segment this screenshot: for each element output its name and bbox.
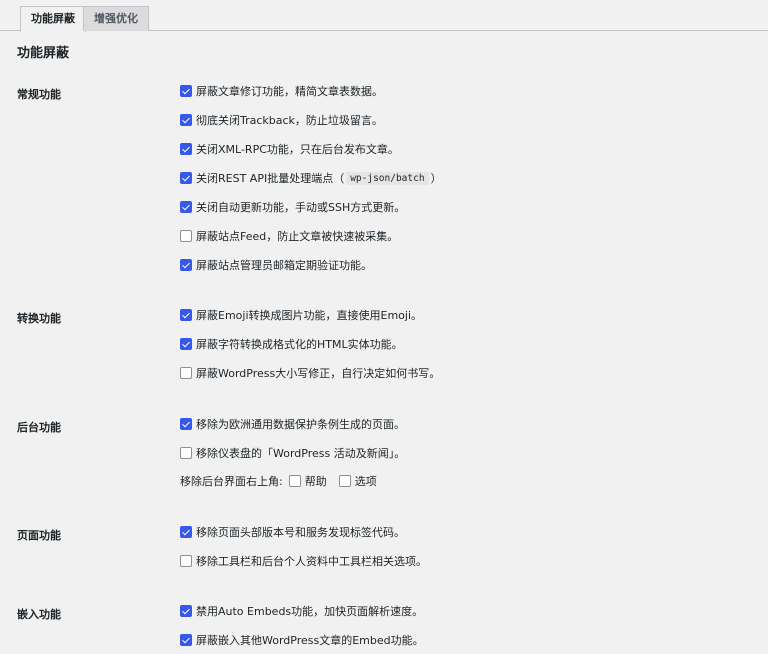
option-label: 关闭XML-RPC功能，只在后台发布文章。 [196,143,399,156]
option-label: 移除页面头部版本号和服务发现标签代码。 [196,526,405,539]
option-remove-corner-tabs: 移除后台界面右上角: 帮助 选项 [180,474,389,488]
option-label: 屏蔽站点管理员邮箱定期验证功能。 [196,259,372,272]
option-label-suffix: ） [430,172,442,185]
tab-feature-blocking[interactable]: 功能屏蔽 [20,6,86,32]
option-label: 屏蔽Emoji转换成图片功能，直接使用Emoji。 [196,309,423,322]
checkbox[interactable] [180,526,192,538]
checkbox[interactable] [180,230,192,242]
checkbox[interactable] [180,85,192,97]
tab-enhancement[interactable]: 增强优化 [83,6,149,31]
option-label: 屏蔽字符转换成格式化的HTML实体功能。 [196,338,403,351]
option-label: 关闭REST API批量处理端点（ [196,172,345,185]
option-remove-toolbar[interactable]: 移除工具栏和后台个人资料中工具栏相关选项。 [180,554,427,568]
checkbox[interactable] [180,259,192,271]
option-label: 关闭自动更新功能，手动或SSH方式更新。 [196,201,406,214]
option-label: 屏蔽嵌入其他WordPress文章的Embed功能。 [196,634,424,647]
option-disable-revisions[interactable]: 屏蔽文章修订功能，精简文章表数据。 [180,84,383,98]
option-disable-trackback[interactable]: 彻底关闭Trackback，防止垃圾留言。 [180,113,383,127]
checkbox[interactable] [180,143,192,155]
section-label-embed: 嵌入功能 [17,608,61,621]
checkbox[interactable] [180,605,192,617]
checkbox[interactable] [338,475,351,487]
page-title: 功能屏蔽 [17,46,70,61]
option-disable-xmlrpc[interactable]: 关闭XML-RPC功能，只在后台发布文章。 [180,142,399,156]
option-remove-dashboard-news[interactable]: 移除仪表盘的「WordPress 活动及新闻」。 [180,446,405,460]
checkbox[interactable] [180,201,192,213]
option-disable-auto-embeds[interactable]: 禁用Auto Embeds功能，加快页面解析速度。 [180,604,423,618]
checkbox[interactable] [180,555,192,567]
option-label: 选项 [354,475,377,488]
option-label: 禁用Auto Embeds功能，加快页面解析速度。 [196,605,424,618]
option-remove-screen-options-tab[interactable]: 选项 [338,473,377,489]
option-disable-feed[interactable]: 屏蔽站点Feed，防止文章被快速被采集。 [180,229,398,243]
checkbox[interactable] [288,475,301,487]
option-label: 屏蔽WordPress大小写修正，自行决定如何书写。 [196,367,441,380]
checkbox[interactable] [180,634,192,646]
option-disable-auto-update[interactable]: 关闭自动更新功能，手动或SSH方式更新。 [180,200,405,214]
option-disable-emoji[interactable]: 屏蔽Emoji转换成图片功能，直接使用Emoji。 [180,308,422,322]
option-disable-admin-email-check[interactable]: 屏蔽站点管理员邮箱定期验证功能。 [180,258,372,272]
tab-bar: 功能屏蔽 增强优化 [0,0,768,32]
option-remove-head-version[interactable]: 移除页面头部版本号和服务发现标签代码。 [180,525,405,539]
option-disable-rest-batch[interactable]: 关闭REST API批量处理端点（ wp-json/batch ） [180,171,442,185]
option-label: 移除仪表盘的「WordPress 活动及新闻」。 [196,447,406,460]
checkbox[interactable] [180,338,192,350]
checkbox[interactable] [180,447,192,459]
endpoint-code: wp-json/batch [346,171,429,185]
option-label: 屏蔽文章修订功能，精简文章表数据。 [196,85,383,98]
option-label: 移除为欧洲通用数据保护条例生成的页面。 [196,418,405,431]
option-remove-privacy-page[interactable]: 移除为欧洲通用数据保护条例生成的页面。 [180,417,405,431]
option-label: 屏蔽站点Feed，防止文章被快速被采集。 [196,230,399,243]
checkbox[interactable] [180,418,192,430]
section-label-frontend: 页面功能 [17,529,61,542]
option-label: 移除工具栏和后台个人资料中工具栏相关选项。 [196,555,427,568]
option-disable-html-entities[interactable]: 屏蔽字符转换成格式化的HTML实体功能。 [180,337,403,351]
section-label-admin: 后台功能 [17,421,61,434]
checkbox[interactable] [180,367,192,379]
checkbox[interactable] [180,172,192,184]
section-label-convert: 转换功能 [17,312,61,325]
option-disable-embed[interactable]: 屏蔽嵌入其他WordPress文章的Embed功能。 [180,633,424,647]
option-label: 帮助 [304,475,327,488]
option-remove-help-tab[interactable]: 帮助 [288,473,327,489]
option-disable-capital-p[interactable]: 屏蔽WordPress大小写修正，自行决定如何书写。 [180,366,440,380]
corner-tabs-label: 移除后台界面右上角: [180,475,283,488]
checkbox[interactable] [180,114,192,126]
checkbox[interactable] [180,309,192,321]
section-label-general: 常规功能 [17,88,61,101]
option-label: 彻底关闭Trackback，防止垃圾留言。 [196,114,383,127]
